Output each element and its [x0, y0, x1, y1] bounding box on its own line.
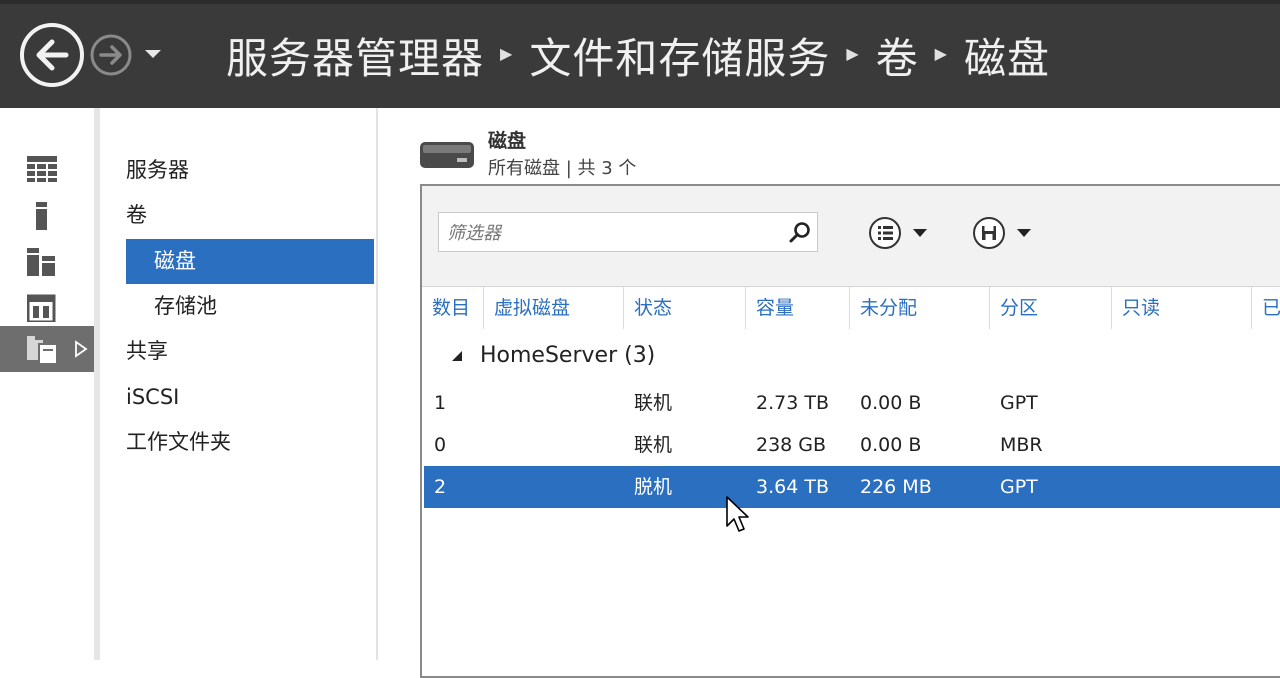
rail-item-roles[interactable]	[0, 284, 94, 328]
local-server-icon	[36, 202, 47, 230]
forward-arrow-icon[interactable]	[89, 33, 133, 77]
table-row-selected[interactable]: 2 脱机 3.64 TB 226 MB GPT	[424, 466, 1280, 508]
cell-capacity: 3.64 TB	[756, 476, 829, 498]
tree-item-shares[interactable]: 共享	[126, 329, 374, 374]
breadcrumb-item-server-manager[interactable]: 服务器管理器	[226, 25, 484, 86]
mouse-cursor-icon	[726, 496, 749, 532]
rail-item-dashboard[interactable]	[0, 146, 94, 190]
filter-box	[438, 212, 818, 253]
column-header-capacity[interactable]: 容量	[746, 287, 850, 329]
roles-icon	[27, 294, 56, 322]
column-header-readonly[interactable]: 只读	[1112, 287, 1252, 329]
cell-unallocated: 226 MB	[860, 476, 932, 498]
breadcrumb-item-file-storage[interactable]: 文件和存储服务	[529, 25, 830, 86]
cell-number: 1	[434, 392, 447, 414]
breadcrumb-separator-icon: ▶	[934, 43, 948, 63]
cell-status: 联机	[634, 392, 673, 414]
column-header-row: 数目 虚拟磁盘 状态 容量 未分配 分区 只读 已	[422, 286, 1280, 329]
tree-item-volumes[interactable]: 卷	[126, 193, 374, 238]
chevron-down-icon	[1017, 229, 1031, 237]
title-bar: 服务器管理器 ▶ 文件和存储服务 ▶ 卷 ▶ 磁盘	[0, 0, 1280, 108]
back-arrow-icon[interactable]	[19, 22, 85, 88]
breadcrumb: 服务器管理器 ▶ 文件和存储服务 ▶ 卷 ▶ 磁盘	[226, 24, 1050, 86]
column-header-status[interactable]: 状态	[624, 287, 746, 329]
content-title: 磁盘	[488, 130, 527, 152]
save-icon	[973, 217, 1005, 249]
tree-item-iscsi[interactable]: iSCSI	[126, 375, 374, 420]
tree-item-work-folders[interactable]: 工作文件夹	[126, 420, 374, 465]
filter-input[interactable]	[445, 213, 779, 253]
breadcrumb-item-volumes[interactable]: 卷	[876, 25, 919, 86]
cell-capacity: 2.73 TB	[756, 392, 829, 414]
table-row[interactable]: 0 联机 238 GB 0.00 B MBR	[424, 424, 1280, 466]
tree-item-storage-pools[interactable]: 存储池	[126, 284, 374, 329]
breadcrumb-item-disks: 磁盘	[963, 33, 1050, 83]
cell-capacity: 238 GB	[756, 434, 827, 456]
group-row[interactable]: HomeServer (3)	[422, 334, 1280, 378]
panel-toolbar	[422, 186, 1280, 286]
breadcrumb-separator-icon: ▶	[846, 43, 860, 63]
disks-panel: 数目 虚拟磁盘 状态 容量 未分配 分区 只读 已 HomeServer (3)…	[420, 184, 1280, 678]
content-subtitle: 所有磁盘 | 共 3 个	[488, 158, 637, 179]
column-header-virtual-disk[interactable]: 虚拟磁盘	[484, 287, 624, 329]
cell-status: 联机	[634, 434, 673, 456]
tree-item-servers[interactable]: 服务器	[126, 148, 374, 193]
column-header-number[interactable]: 数目	[422, 287, 484, 329]
cell-status: 脱机	[634, 476, 673, 498]
search-icon[interactable]	[789, 221, 811, 243]
cell-number: 2	[434, 476, 447, 498]
breadcrumb-separator-icon: ▶	[500, 43, 514, 63]
dashboard-icon	[27, 156, 57, 182]
title-bar-strip	[0, 0, 1280, 4]
disk-icon	[420, 142, 474, 168]
column-header-partition[interactable]: 分区	[990, 287, 1112, 329]
tree-item-disks[interactable]: 磁盘	[126, 239, 374, 284]
rail-item-file-storage[interactable]	[0, 326, 94, 372]
group-label: HomeServer (3)	[480, 343, 656, 368]
chevron-down-icon[interactable]	[143, 46, 163, 60]
navigation-tree: 服务器 卷 磁盘 存储池 共享 iSCSI 工作文件夹	[100, 108, 376, 660]
collapse-triangle-icon[interactable]	[450, 350, 464, 362]
table-row[interactable]: 1 联机 2.73 TB 0.00 B GPT	[424, 382, 1280, 424]
cell-number: 0	[434, 434, 447, 456]
cell-partition: GPT	[1000, 476, 1038, 498]
main-content: 磁盘 所有磁盘 | 共 3 个 筛选器 数目 虚拟磁盘 状态 容量 未分配 分区…	[378, 108, 1280, 678]
all-servers-icon	[27, 248, 55, 276]
cell-unallocated: 0.00 B	[860, 434, 922, 456]
file-storage-icon	[27, 336, 58, 365]
expand-arrow-icon[interactable]	[74, 340, 88, 358]
list-options-icon	[869, 217, 901, 249]
cell-unallocated: 0.00 B	[860, 392, 922, 414]
rail-item-local-server[interactable]	[0, 192, 94, 236]
icon-rail	[0, 108, 94, 660]
cell-partition: GPT	[1000, 392, 1038, 414]
rail-item-all-servers[interactable]	[0, 238, 94, 282]
chevron-down-icon	[913, 229, 927, 237]
column-header-unallocated[interactable]: 未分配	[850, 287, 990, 329]
cell-partition: MBR	[1000, 434, 1043, 456]
column-header-truncated[interactable]: 已	[1252, 287, 1280, 329]
